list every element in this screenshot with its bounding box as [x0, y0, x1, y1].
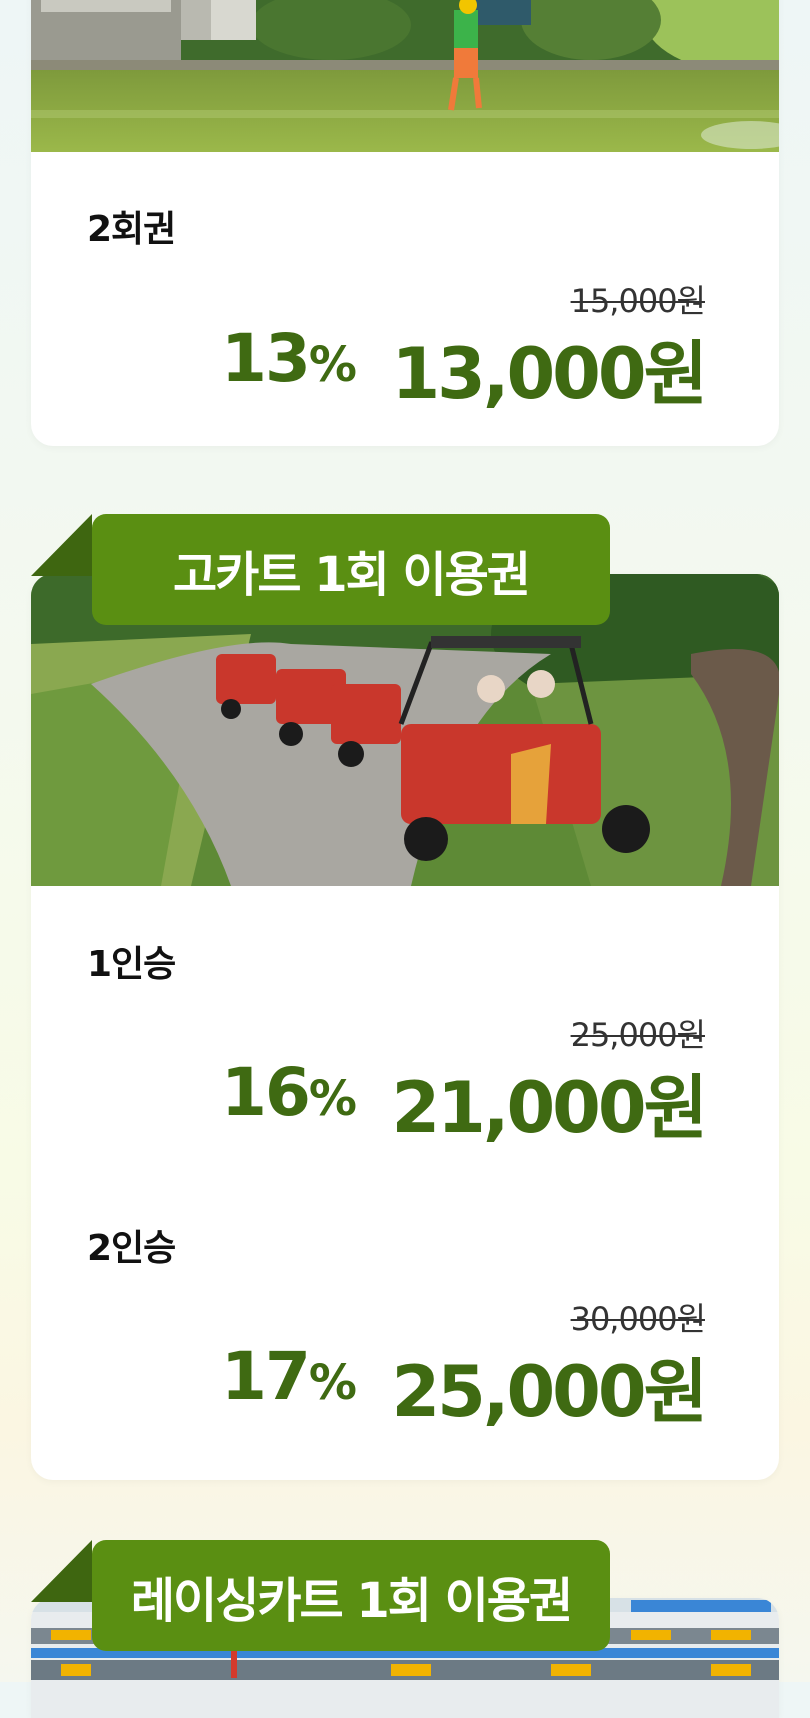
option-name: 2인승: [87, 1228, 176, 1269]
option-name: 1인승: [87, 944, 176, 985]
discount-rate: 17%: [221, 1338, 357, 1415]
original-price: 30,000원: [570, 1300, 706, 1338]
ribbon-fold: [31, 1540, 92, 1602]
zipline-ticket-card: 2회권 15,000원 13% 13,000원: [31, 0, 779, 446]
sale-price: 25,000원: [391, 1351, 708, 1433]
option-name: 2회권: [87, 209, 176, 250]
original-price: 15,000원: [570, 282, 706, 320]
discount-rate: 16%: [221, 1054, 357, 1131]
sale-price: 13,000원: [391, 333, 708, 415]
section-title-ribbon: 레이싱카트 1회 이용권: [92, 1540, 610, 1651]
ribbon-fold: [31, 514, 92, 576]
section-title-ribbon: 고카트 1회 이용권: [92, 514, 610, 625]
gokart-ticket-card: 1인승 25,000원 16% 21,000원 2인승 30,000원 17% …: [31, 574, 779, 1480]
original-price: 25,000원: [570, 1016, 706, 1054]
discount-rate: 13%: [221, 320, 357, 397]
zipline-photo: [31, 0, 779, 152]
sale-price: 21,000원: [391, 1067, 708, 1149]
